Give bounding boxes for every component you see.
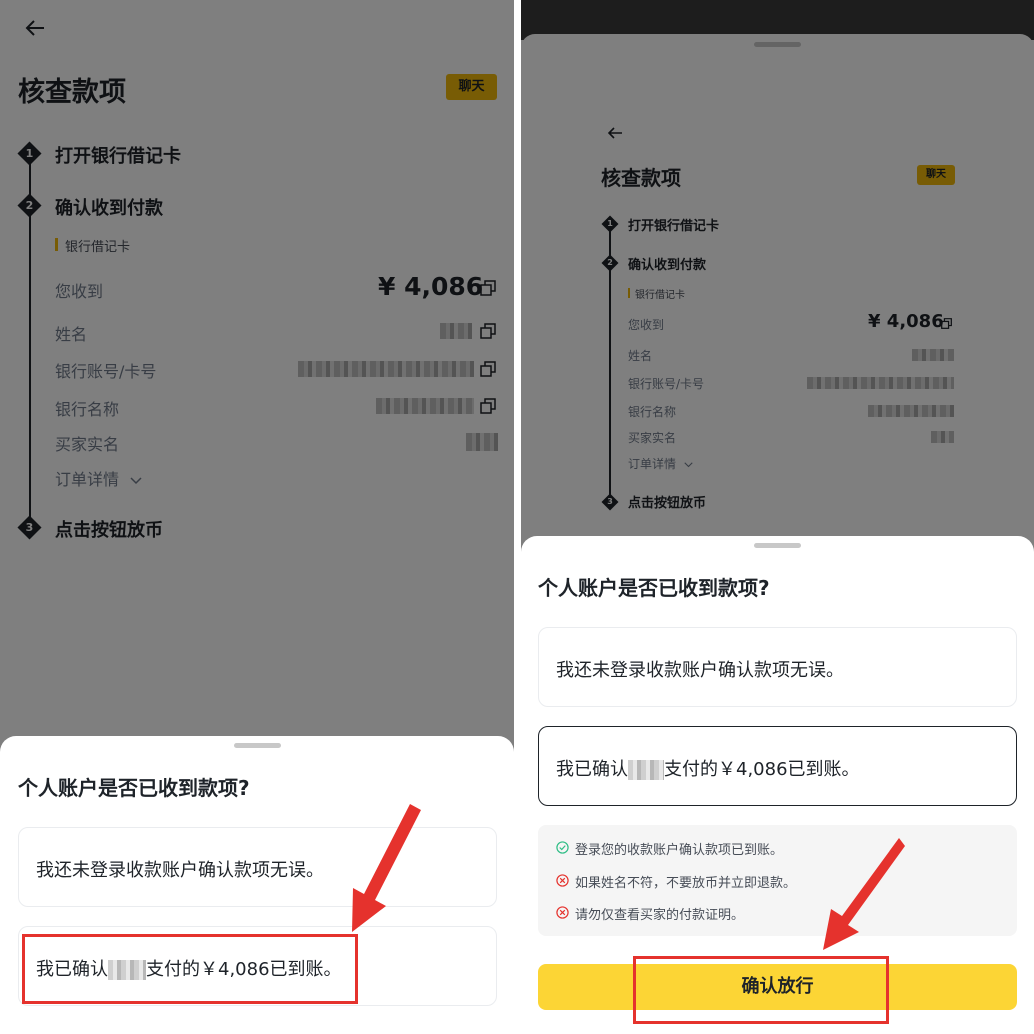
panel-divider	[514, 0, 521, 1034]
payer-name-redacted	[628, 760, 664, 780]
x-circle-icon	[556, 874, 569, 887]
option-confirm-prefix: 我已确认	[556, 759, 628, 780]
warning-text-1: 登录您的收款账户确认款项已到账。	[575, 843, 784, 858]
release-warnings: 登录您的收款账户确认款项已到账。 如果姓名不符，不要放币并立即退款。 请勿仅查看…	[538, 825, 1017, 936]
option-not-logged-in-text: 我还未登录收款账户确认款项无误。	[36, 860, 324, 881]
annotation-highlight-box	[633, 956, 889, 1024]
sheet-question: 个人账户是否已收到款项?	[18, 776, 250, 800]
check-circle-icon	[556, 841, 569, 854]
sheet-question: 个人账户是否已收到款项?	[538, 576, 770, 600]
option-not-logged-in-text: 我还未登录收款账户确认款项无误。	[556, 660, 844, 681]
right-screenshot: 核查款项 聊天 1 打开银行借记卡 2 确认收到付款 银行借记卡 您收到 ¥ 4…	[521, 0, 1034, 1034]
warning-text-3: 请勿仅查看买家的付款证明。	[575, 908, 745, 923]
x-circle-icon	[556, 906, 569, 919]
annotation-highlight-box	[22, 934, 358, 1004]
option-not-logged-in[interactable]: 我还未登录收款账户确认款项无误。	[538, 627, 1017, 707]
option-not-logged-in[interactable]: 我还未登录收款账户确认款项无误。	[18, 827, 497, 907]
sheet-grabber[interactable]	[754, 543, 801, 548]
left-screenshot: 核查款项 聊天 1 打开银行借记卡 2 确认收到付款 银行借记卡 您收到 ¥ 4…	[0, 0, 514, 1034]
option-confirm-text: 我已确认 支付的￥4,086已到账。	[556, 755, 860, 781]
option-confirm-suffix: 支付的￥4,086已到账。	[664, 759, 860, 780]
option-confirm-received[interactable]: 我已确认 支付的￥4,086已到账。	[538, 726, 1017, 806]
sheet-grabber[interactable]	[234, 743, 281, 748]
warning-text-2: 如果姓名不符，不要放币并立即退款。	[575, 876, 797, 891]
